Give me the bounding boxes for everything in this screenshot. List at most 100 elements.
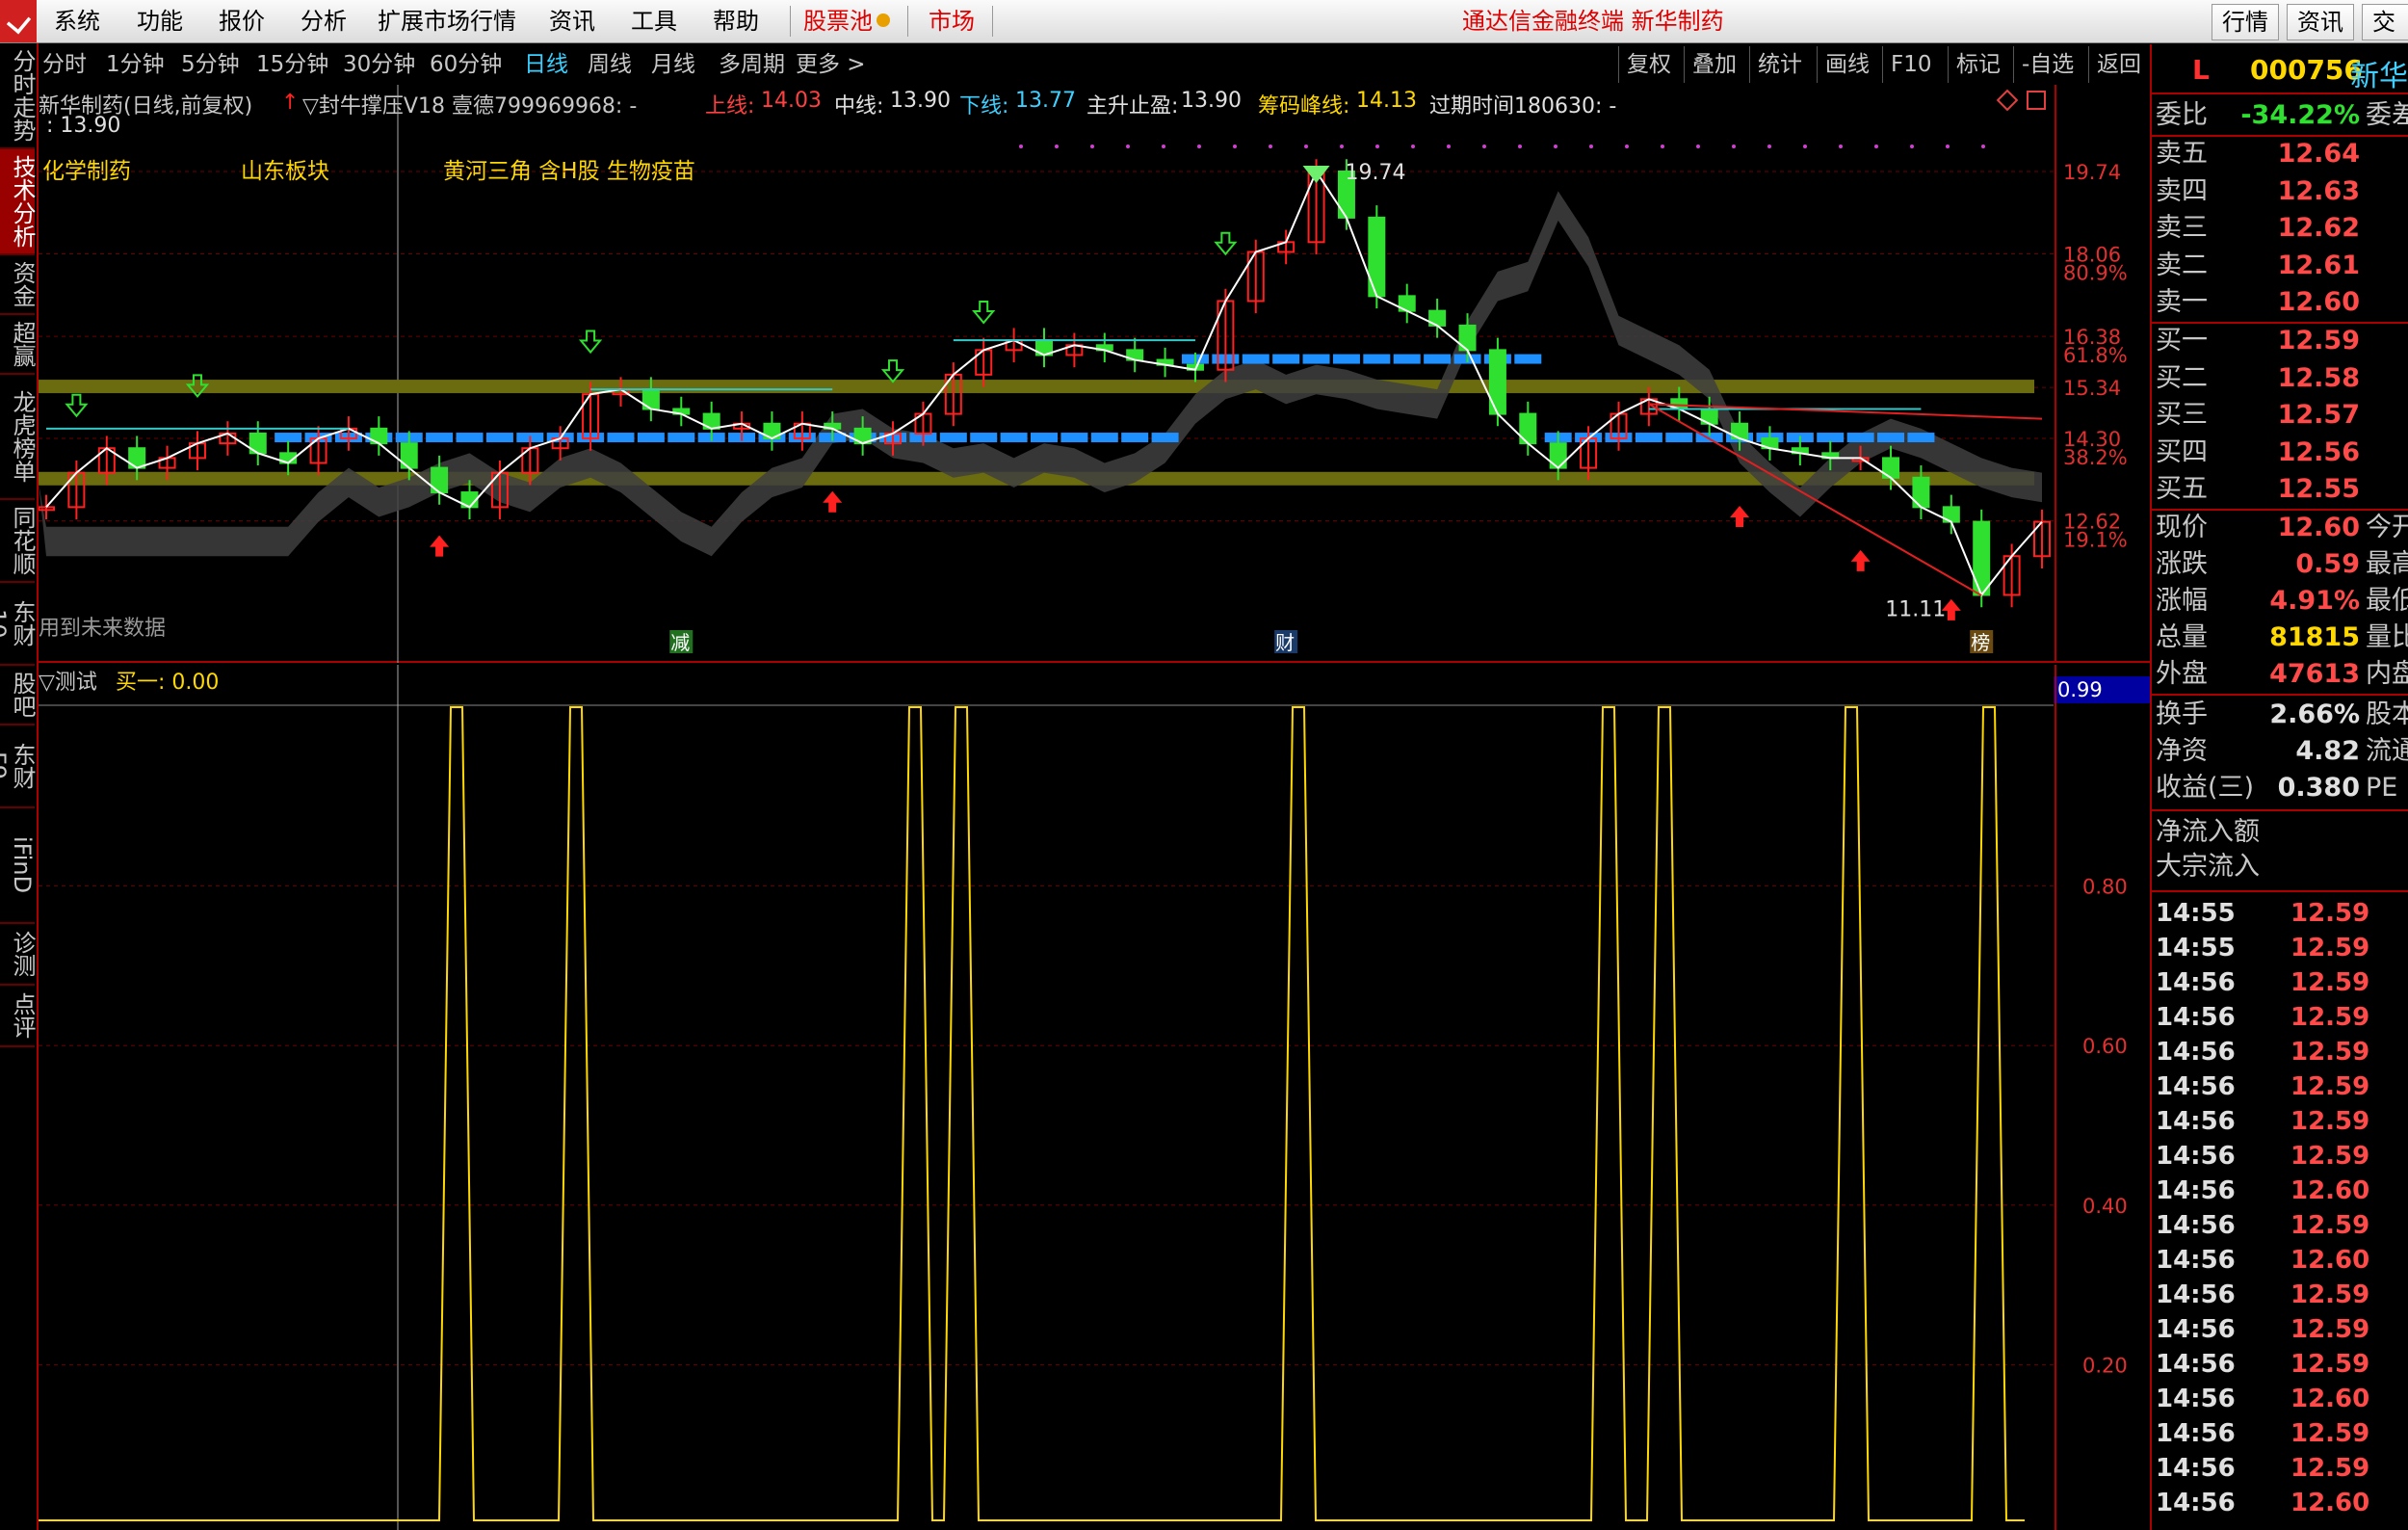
stat-value: 81815: [2269, 622, 2360, 652]
stat-value: 2.66%: [2269, 699, 2360, 729]
quote-row-value: 12.57: [2277, 400, 2360, 430]
candle: [2033, 509, 2051, 568]
tick-time: 14:56: [2156, 1350, 2236, 1379]
stat-value: 4.91%: [2269, 586, 2360, 616]
left-tab-8[interactable]: 东财F9: [0, 725, 36, 808]
stock-code: 000756: [2250, 54, 2363, 86]
menu-tools[interactable]: 工具: [631, 0, 677, 42]
sub-chart-panel[interactable]: ▽测试 买一: 0.00 0.99 0.80 0.60 0.40 0.20: [39, 665, 2150, 1530]
tool-4[interactable]: F10: [1882, 46, 1940, 83]
period-9[interactable]: 多周期: [719, 44, 785, 85]
quote-row-label: 卖四: [2156, 175, 2208, 206]
tool-6[interactable]: -自选: [2013, 46, 2081, 83]
left-tab-3[interactable]: 超赢: [0, 315, 36, 375]
divider: [2152, 694, 2408, 696]
stat-extra: PE: [2366, 773, 2398, 803]
buy-arrow-icon: [430, 535, 450, 557]
left-tab-11[interactable]: 点评: [0, 986, 36, 1047]
stat-extra: 最高: [2366, 549, 2408, 579]
signal-dot: [1482, 145, 1486, 148]
tool-7[interactable]: 返回: [2088, 46, 2149, 83]
chip-bar: [1424, 354, 1452, 364]
tick-time: 14:56: [2156, 1489, 2236, 1517]
menu-news[interactable]: 资讯: [549, 0, 595, 42]
code-prefix: L: [2192, 54, 2210, 86]
chip-bar: [426, 433, 454, 443]
menu-quote[interactable]: 报价: [219, 0, 265, 42]
chip-bar: [607, 433, 635, 443]
menu-function[interactable]: 功能: [137, 0, 183, 42]
chip-bar: [939, 433, 967, 443]
signal-dot: [1625, 145, 1629, 148]
left-tab-9[interactable]: iFinD: [0, 808, 36, 924]
divider: [2152, 890, 2408, 892]
candle: [1428, 298, 1447, 338]
menu-analysis[interactable]: 分析: [301, 0, 347, 42]
signal-dot: [1447, 145, 1451, 148]
period-6[interactable]: 日线: [524, 44, 568, 85]
quote-row: 卖五 12.64: [2152, 137, 2408, 171]
kline-chart[interactable]: 19.7418.0680.9%16.3861.8%15.3414.3038.2%…: [39, 85, 2150, 663]
period-10[interactable]: 更多 >: [796, 44, 866, 85]
candle: [1610, 401, 1628, 451]
quote-row-value: 12.60: [2277, 287, 2360, 317]
tool-2[interactable]: 统计: [1749, 46, 1810, 83]
tick-row: 14:56 12.59: [2152, 1035, 2408, 1069]
left-tab-6[interactable]: 东财10: [0, 583, 36, 666]
chip-bar: [1665, 433, 1693, 443]
menu-bar: 系统 功能 报价 分析 扩展市场行情 资讯 工具 帮助 股票池 市场 通达信金融…: [0, 0, 2408, 43]
left-tab-4[interactable]: 龙虎榜单: [0, 375, 36, 500]
period-1[interactable]: 1分钟: [106, 44, 165, 85]
quote-row: 卖四 12.63: [2152, 174, 2408, 209]
chip-bar: [1242, 354, 1269, 364]
left-tab-1[interactable]: 技术分析: [0, 149, 36, 255]
left-tab-7[interactable]: 股吧: [0, 666, 36, 725]
left-tab-10[interactable]: 诊测: [0, 924, 36, 986]
tick-time: 14:56: [2156, 1246, 2236, 1275]
tick-time: 14:56: [2156, 1385, 2236, 1413]
main-chart-panel[interactable]: 新华制药(日线,前复权) ↑ ▽封牛撑压V18 壹德799969968: - 上…: [39, 85, 2150, 663]
menu-divider: [907, 6, 908, 37]
menu-system[interactable]: 系统: [54, 0, 100, 42]
candle: [1156, 347, 1174, 378]
tool-0[interactable]: 复权: [1618, 46, 1679, 83]
left-tab-0[interactable]: 分时走势: [0, 43, 36, 149]
svg-text:减: 减: [670, 631, 690, 654]
chip-bar: [1332, 354, 1360, 364]
sub-y-label: 0.80: [2082, 876, 2128, 899]
period-4[interactable]: 30分钟: [343, 44, 415, 85]
period-7[interactable]: 周线: [588, 44, 632, 85]
period-0[interactable]: 分时: [42, 44, 87, 85]
left-tab-5[interactable]: 同花顺: [0, 500, 36, 583]
tick-price: 12.59: [2290, 968, 2370, 997]
menu-stock-pool[interactable]: 股票池: [803, 0, 873, 42]
signal-dot: [1661, 145, 1664, 148]
left-tab-2[interactable]: 资金: [0, 255, 36, 315]
btn-hq[interactable]: 行情: [2212, 4, 2279, 40]
tool-5[interactable]: 标记: [1948, 46, 2008, 83]
quote-row-value: 12.62: [2277, 213, 2360, 243]
quote-row-label: 买三: [2156, 400, 2208, 430]
sub-indicator-chart[interactable]: 0.80 0.60 0.40 0.20: [39, 665, 2150, 1530]
chip-bar: [1363, 354, 1391, 364]
tick-row: 14:56 12.59: [2152, 1208, 2408, 1243]
period-3[interactable]: 15分钟: [256, 44, 328, 85]
btn-jy[interactable]: 交易: [2362, 4, 2408, 40]
quote-row-label: 买一: [2156, 326, 2208, 356]
chip-bar: [667, 433, 695, 443]
tool-3[interactable]: 画线: [1817, 46, 1877, 83]
menu-divider: [992, 6, 993, 37]
menu-help[interactable]: 帮助: [713, 0, 759, 42]
period-2[interactable]: 5分钟: [181, 44, 240, 85]
quote-row-label: 卖一: [2156, 287, 2208, 317]
period-8[interactable]: 月线: [651, 44, 695, 85]
menu-ext-market[interactable]: 扩展市场行情: [378, 0, 516, 42]
period-5[interactable]: 60分钟: [430, 44, 502, 85]
signal-dot: [1732, 145, 1736, 148]
btn-zx[interactable]: 资讯: [2287, 4, 2354, 40]
chip-bar: [1090, 433, 1118, 443]
menu-market[interactable]: 市场: [929, 0, 975, 42]
tool-1[interactable]: 叠加: [1684, 46, 1744, 83]
stat-extra: 内盘: [2366, 659, 2408, 689]
signal-dot: [1946, 145, 1950, 148]
